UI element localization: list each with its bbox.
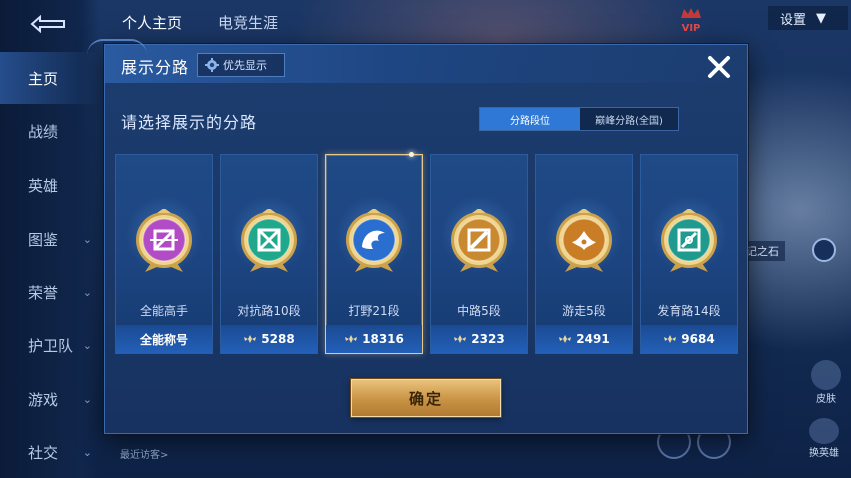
jungle-lane-emblem-icon	[343, 209, 405, 275]
share-icon[interactable]	[812, 238, 836, 262]
nav-item-hero[interactable]: 英雄	[0, 159, 100, 211]
tab-personal-home[interactable]: 个人主页	[122, 12, 182, 33]
lane-score-bar: 2491	[536, 325, 632, 353]
toggle-lane-rank[interactable]: 分路段位	[480, 108, 580, 130]
lane-score-value: 2323	[471, 332, 505, 346]
back-button[interactable]	[26, 12, 70, 36]
left-nav: 主页战绩英雄图鉴 ⌄ 荣誉 ⌄ 护卫队 ⌄ 游戏 ⌄ 社交 ⌄	[0, 0, 100, 478]
nav-item-home[interactable]: 主页	[0, 52, 100, 104]
nav-item-honor[interactable]: 荣誉 ⌄	[0, 266, 100, 318]
gear-icon	[205, 58, 219, 72]
lane-rank-toggle: 分路段位 巅峰分路(全国)	[479, 107, 679, 131]
settings-button[interactable]: 设置 ▼	[768, 6, 848, 30]
nav-item-label: 英雄	[28, 176, 59, 195]
toggle-peak-lane[interactable]: 巅峰分路(全国)	[580, 108, 678, 130]
clash-lane-emblem-icon	[238, 209, 300, 275]
profile-tabs: 个人主页 电竞生涯	[122, 12, 278, 33]
back-arrow-icon	[30, 14, 65, 34]
lane-score-value: 全能称号	[139, 332, 188, 347]
lane-rank-label: 发育路14段	[657, 304, 721, 318]
lane-rank-label: 游走5段	[562, 304, 606, 318]
lane-rank-label: 全能高手	[139, 304, 188, 318]
roam-lane-emblem-icon	[553, 209, 615, 275]
lane-card-mid[interactable]: 中路5段 2323	[430, 154, 528, 354]
lane-rank-label: 打野21段	[348, 304, 400, 318]
skin-label: 皮肤	[816, 394, 836, 405]
score-wings-icon	[559, 335, 572, 343]
lane-card-jungle[interactable]: 打野21段 18316	[325, 152, 423, 354]
lane-card-roam[interactable]: 游走5段 2491	[535, 154, 633, 354]
change-hero-button[interactable]: 换英雄	[800, 418, 848, 459]
nav-item-label: 图鉴	[28, 230, 59, 249]
nav-item-codex[interactable]: 图鉴 ⌄	[0, 213, 100, 265]
skin-icon	[811, 360, 841, 390]
recent-visitors[interactable]: 最近访客>	[120, 446, 168, 461]
vip-label: VIP	[681, 23, 701, 34]
lane-score-value: 2491	[576, 332, 610, 346]
chevron-down-icon: ⌄	[82, 338, 92, 352]
nav-item-label: 荣誉	[28, 283, 59, 302]
lane-score-bar: 全能称号	[116, 325, 212, 353]
score-wings-icon	[664, 335, 677, 343]
lane-card-allround[interactable]: 全能高手 全能称号	[115, 154, 213, 354]
skin-button[interactable]: 皮肤	[806, 360, 846, 405]
farm-lane-emblem-icon	[658, 209, 720, 275]
settings-label: 设置	[780, 12, 807, 28]
nav-item-label: 主页	[28, 69, 59, 88]
lane-score-bar: 18316	[326, 325, 422, 353]
chevron-down-icon: ⌄	[82, 445, 92, 459]
modal-title: 展示分路	[121, 58, 190, 77]
chevron-down-icon: ⌄	[82, 392, 92, 406]
hero-icon	[809, 418, 839, 444]
lane-score-value: 18316	[362, 332, 404, 346]
lane-rank-label: 中路5段	[457, 304, 501, 318]
mid-lane-emblem-icon	[448, 209, 510, 275]
priority-display-label: 优先显示	[223, 59, 267, 72]
close-icon	[708, 56, 730, 78]
change-hero-label: 换英雄	[809, 448, 839, 459]
lane-score-bar: 5288	[221, 325, 317, 353]
chevron-down-icon: ⌄	[82, 285, 92, 299]
close-button[interactable]	[703, 51, 735, 83]
score-wings-icon	[345, 335, 358, 343]
nav-item-label: 游戏	[28, 390, 59, 409]
priority-display-button[interactable]: 优先显示	[197, 53, 285, 77]
nav-item-game[interactable]: 游戏 ⌄	[0, 373, 100, 425]
lane-display-modal: 展示分路 优先显示 请选择展示的分路 分路段位 巅峰分路(全国) 全能高手全能称…	[87, 39, 748, 434]
vip-icon[interactable]: VIP	[676, 6, 706, 34]
nav-item-label: 护卫队	[28, 336, 74, 355]
nav-item-guard[interactable]: 护卫队 ⌄	[0, 319, 100, 371]
modal-header: 展示分路 优先显示	[87, 39, 747, 83]
lane-rank-label: 对抗路10段	[237, 304, 301, 318]
chevron-down-icon: ▼	[816, 10, 827, 26]
score-wings-icon	[454, 335, 467, 343]
chevron-down-icon: ⌄	[82, 232, 92, 246]
instruction-text: 请选择展示的分路	[121, 113, 258, 132]
tab-esports-career[interactable]: 电竞生涯	[218, 12, 278, 33]
lane-score-bar: 9684	[641, 325, 737, 353]
nav-item-record[interactable]: 战绩	[0, 105, 100, 157]
lane-score-value: 5288	[261, 332, 295, 346]
score-wings-icon	[244, 335, 257, 343]
lane-card-clash[interactable]: 对抗路10段 5288	[220, 154, 318, 354]
nav-item-social[interactable]: 社交 ⌄	[0, 426, 100, 478]
lane-score-value: 9684	[681, 332, 715, 346]
confirm-button[interactable]: 确定	[351, 379, 501, 417]
nav-item-label: 社交	[28, 443, 59, 462]
lane-score-bar: 2323	[431, 325, 527, 353]
allround-lane-emblem-icon	[133, 209, 195, 275]
nav-item-label: 战绩	[28, 122, 59, 141]
lane-card-farm[interactable]: 发育路14段 9684	[640, 154, 738, 354]
